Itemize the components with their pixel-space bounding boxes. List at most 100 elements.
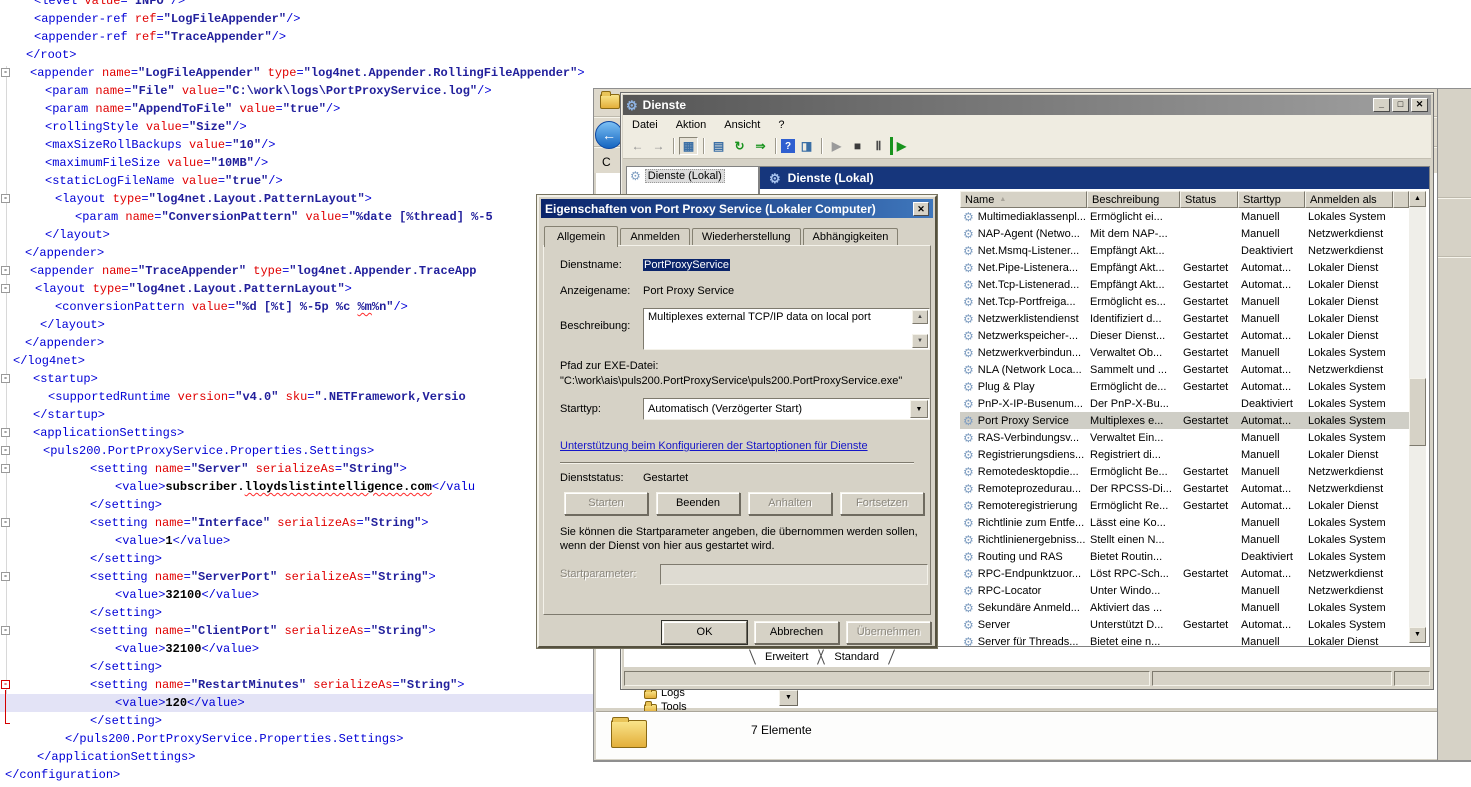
dropdown-button[interactable]: ▼ [779,690,798,706]
table-row[interactable]: ⚙Net.Tcp-Listenerad...Empfängt Akt...Ges… [960,276,1409,293]
help-icon[interactable]: ? [781,139,795,153]
tab-wiederherstellung[interactable]: Wiederherstellung [692,228,801,246]
table-row[interactable]: ⚙Net.Msmq-Listener...Empfängt Akt...Deak… [960,242,1409,259]
table-row[interactable]: ⚙RAS-Verbindungsv...Verwaltet Ein...Manu… [960,429,1409,446]
table-row[interactable]: ⚙Netzwerkverbindun...Verwaltet Ob...Gest… [960,344,1409,361]
table-row[interactable]: ⚙Remotedesktopdie...Ermöglicht Be...Gest… [960,463,1409,480]
back-icon[interactable]: ← [628,137,647,155]
export-list-icon[interactable]: ⇒ [751,137,770,155]
chevron-down-icon[interactable]: ▼ [910,400,928,418]
starten-button[interactable]: Starten [564,492,648,515]
restart-service-icon[interactable]: ▶ [890,137,909,155]
refresh-icon[interactable]: ↻ [730,137,749,155]
table-row[interactable]: ⚙Routing und RASBietet Routin...Deaktivi… [960,548,1409,565]
beschreibung-field[interactable]: Multiplexes external TCP/IP data on loca… [643,308,930,350]
uebernehmen-button[interactable]: Übernehmen [846,621,931,644]
table-row[interactable]: ⚙PnP-X-IP-Busenum...Der PnP-X-Bu...Deakt… [960,395,1409,412]
cell-status: Gestartet [1180,279,1238,291]
dienstname-value[interactable]: PortProxyService [643,259,730,271]
table-row[interactable]: ⚙Richtlinie zum Entfe...Lässt eine Ko...… [960,514,1409,531]
menu-item-aktion[interactable]: Aktion [667,117,716,133]
table-row[interactable]: ⚙NetzwerklistendienstIdentifiziert d...G… [960,310,1409,327]
dialog-titlebar[interactable]: Eigenschaften von Port Proxy Service (Lo… [541,199,933,218]
view-tab-erweitert[interactable]: Erweitert [753,650,820,664]
menu-item-[interactable]: ? [769,117,793,133]
dialog-close-button[interactable]: ✕ [913,202,929,216]
changed-lines-bracket-foot [5,723,10,724]
table-row[interactable]: ⚙Sekundäre Anmeld...Aktiviert das ...Man… [960,599,1409,616]
properties-icon[interactable]: ▤ [709,137,728,155]
table-row[interactable]: ⚙Port Proxy ServiceMultiplexes e...Gesta… [960,412,1409,429]
tree-item-dienste-lokal[interactable]: ⚙ Dienste (Lokal) [627,167,758,185]
tab-abhängigkeiten[interactable]: Abhängigkeiten [803,228,899,246]
view-tab-standard[interactable]: Standard [822,650,891,664]
menu-item-ansicht[interactable]: Ansicht [715,117,769,133]
scroll-up-button[interactable]: ▲ [1409,191,1426,207]
fold-collapse-icon[interactable]: - [1,464,10,473]
maximize-button[interactable]: □ [1392,98,1409,112]
table-row[interactable]: ⚙RPC-LocatorUnter Windo...ManuellNetzwer… [960,582,1409,599]
table-row[interactable]: ⚙Remoteprozedurau...Der RPCSS-Di...Gesta… [960,480,1409,497]
table-row[interactable]: ⚙RemoteregistrierungErmöglicht Re...Gest… [960,497,1409,514]
forward-icon[interactable]: → [649,137,668,155]
anhalten-button[interactable]: Anhalten [748,492,832,515]
services-titlebar[interactable]: ⚙ Dienste _ □ ✕ [623,95,1431,115]
close-button[interactable]: ✕ [1411,98,1428,112]
back-button[interactable]: ← [595,121,623,149]
scrollbar-track[interactable] [1409,207,1426,627]
fortsetzen-button[interactable]: Fortsetzen [840,492,924,515]
startparameter-input[interactable] [660,564,928,585]
menu-item-datei[interactable]: Datei [623,117,667,133]
fold-collapse-icon[interactable]: - [1,194,10,203]
column-header-status[interactable]: Status [1180,191,1238,208]
fold-collapse-icon-changed[interactable]: - [1,680,10,689]
cell-beschreibung: Ermöglicht es... [1087,296,1180,308]
fold-collapse-icon[interactable]: - [1,284,10,293]
fold-collapse-icon[interactable]: - [1,626,10,635]
abbrechen-button[interactable]: Abbrechen [754,621,839,644]
table-row[interactable]: ⚙Multimediaklassenpl...Ermöglicht ei...M… [960,208,1409,225]
show-hide-tree-icon[interactable]: ◨ [797,137,816,155]
service-gear-icon: ⚙ [963,398,974,410]
tab-allgemein[interactable]: Allgemein [544,226,618,247]
pause-service-icon[interactable]: Ⅱ [869,137,888,155]
fold-collapse-icon[interactable]: - [1,446,10,455]
column-header-starttyp[interactable]: Starttyp [1238,191,1305,208]
table-row[interactable]: ⚙NAP-Agent (Netwo...Mit dem NAP-...Manue… [960,225,1409,242]
show-console-tree-icon[interactable]: ▦ [679,137,698,155]
scrollbar-thumb[interactable] [1409,378,1426,446]
column-header-name[interactable]: Name▲ [960,191,1087,208]
cell-starttyp: Manuell [1238,347,1305,359]
starttyp-select[interactable]: Automatisch (Verzögerter Start) ▼ [643,398,930,420]
scroll-down-button[interactable]: ▼ [1409,627,1426,643]
fold-collapse-icon[interactable]: - [1,572,10,581]
table-row[interactable]: ⚙Netzwerkspeicher-...Dieser Dienst...Ges… [960,327,1409,344]
fold-collapse-icon[interactable]: - [1,68,10,77]
start-service-icon[interactable]: ▶ [827,137,846,155]
vertical-scrollbar[interactable]: ▲ ▼ [1409,191,1426,643]
table-row[interactable]: ⚙Registrierungsdiens...Registriert di...… [960,446,1409,463]
column-header-anmeldenals[interactable]: Anmelden als [1305,191,1393,208]
table-row[interactable]: ⚙NLA (Network Loca...Sammelt und ...Gest… [960,361,1409,378]
table-row[interactable]: ⚙Plug & PlayErmöglicht de...GestartetAut… [960,378,1409,395]
stop-service-icon[interactable]: ■ [848,137,867,155]
scroll-up-button[interactable]: ▲ [912,310,928,324]
ok-button[interactable]: OK [662,621,747,644]
table-row[interactable]: ⚙RPC-Endpunktzuor...Löst RPC-Sch...Gesta… [960,565,1409,582]
column-header-beschreibung[interactable]: Beschreibung [1087,191,1180,208]
minimize-button[interactable]: _ [1373,98,1390,112]
startoptions-help-link[interactable]: Unterstützung beim Konfigurieren der Sta… [560,440,868,452]
fold-collapse-icon[interactable]: - [1,518,10,527]
fold-collapse-icon[interactable]: - [1,266,10,275]
beschreibung-scrollbar[interactable]: ▲ ▼ [912,310,928,348]
beenden-button[interactable]: Beenden [656,492,740,515]
tab-anmelden[interactable]: Anmelden [620,228,690,246]
fold-collapse-icon[interactable]: - [1,374,10,383]
table-row[interactable]: ⚙Richtlinienergebniss...Stellt einen N..… [960,531,1409,548]
scroll-down-button[interactable]: ▼ [912,334,928,348]
fold-collapse-icon[interactable]: - [1,428,10,437]
cell-anmelden: Lokaler Dienst [1305,500,1393,512]
table-row[interactable]: ⚙Net.Tcp-Portfreiga...Ermöglicht es...Ge… [960,293,1409,310]
table-row[interactable]: ⚙ServerUnterstützt D...GestartetAutomat.… [960,616,1409,633]
table-row[interactable]: ⚙Net.Pipe-Listenera...Empfängt Akt...Ges… [960,259,1409,276]
